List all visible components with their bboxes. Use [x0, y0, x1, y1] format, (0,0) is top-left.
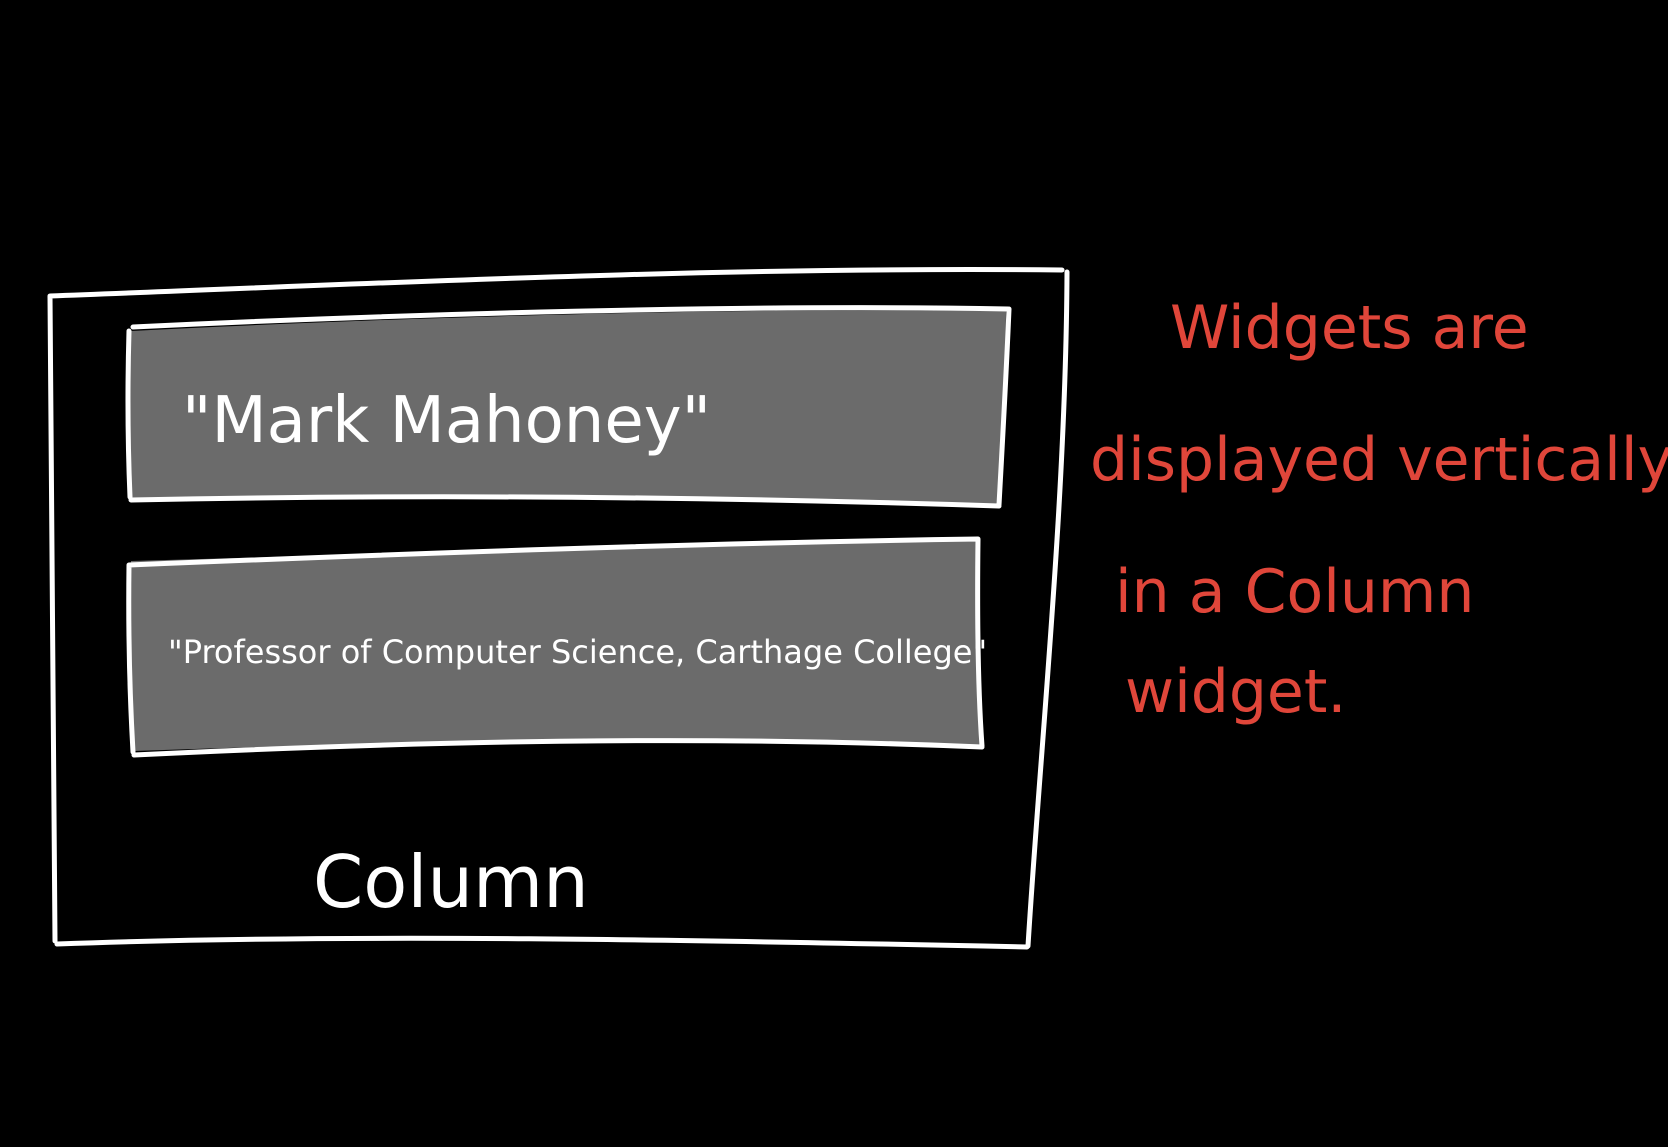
annotation-line-3: in a Column [1115, 557, 1474, 627]
column-diagram: "Mark Mahoney" "Professor of Computer Sc… [47, 267, 1668, 950]
annotation-line-2: displayed vertically [1090, 425, 1668, 495]
title-widget-text: "Professor of Computer Science, Carthage… [168, 633, 987, 671]
column-label: Column [313, 840, 589, 924]
annotation-line-4: widget. [1125, 657, 1346, 727]
name-widget-text: "Mark Mahoney" [182, 384, 711, 458]
annotation-line-1: Widgets are [1170, 293, 1529, 363]
annotation: Widgets are displayed vertically in a Co… [1090, 293, 1668, 727]
